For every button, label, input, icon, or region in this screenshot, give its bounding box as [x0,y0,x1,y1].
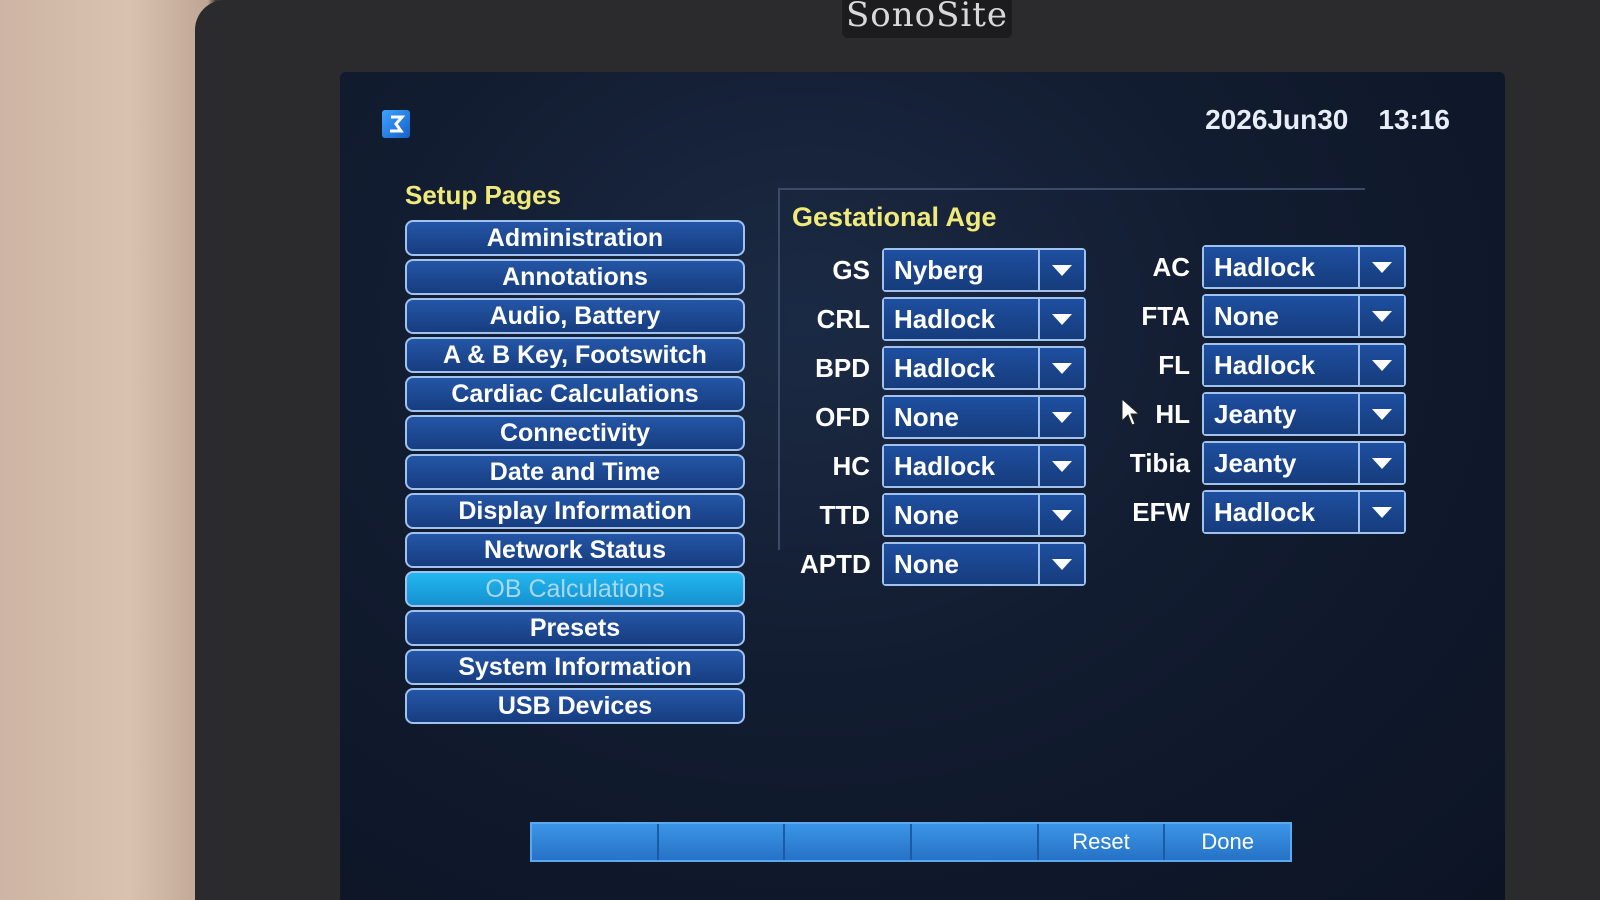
menu-item-audio-battery[interactable]: Audio, Battery [405,298,745,334]
label-aptd: APTD [800,548,871,579]
chevron-down-icon[interactable] [1038,446,1084,486]
menu-item-date-and-time[interactable]: Date and Time [405,454,745,490]
label-gs: GS [832,254,870,285]
dropdown-hl[interactable]: Jeanty [1202,392,1406,436]
label-efw: EFW [1132,496,1190,527]
row-hc: HC Hadlock [800,444,1086,488]
dropdown-ofd[interactable]: None [882,395,1086,439]
dropdown-bpd-value: Hadlock [884,348,1038,388]
dropdown-ofd-value: None [884,397,1038,437]
setup-pages-title: Setup Pages [405,180,562,210]
menu-item-ab-key-footswitch[interactable]: A & B Key, Footswitch [405,337,745,373]
chevron-down-icon[interactable] [1358,492,1404,532]
chevron-down-icon[interactable] [1038,495,1084,535]
menu-item-annotations[interactable]: Annotations [405,259,745,295]
dropdown-fl-value: Hadlock [1204,345,1358,385]
softkey-bar: Reset Done [530,822,1292,862]
row-crl: CRL Hadlock [800,297,1086,341]
menu-item-ob-calculations[interactable]: OB Calculations [405,571,745,607]
label-fl: FL [1158,349,1190,380]
row-gs: GS Nyberg [800,248,1086,292]
dropdown-ttd-value: None [884,495,1038,535]
chevron-down-icon[interactable] [1358,345,1404,385]
label-crl: CRL [816,303,870,334]
label-ttd: TTD [819,499,870,530]
date-display: 2026Jun30 [1205,104,1349,135]
sonosite-logo-icon [382,110,410,138]
chevron-down-icon[interactable] [1038,544,1084,584]
softkey-2[interactable] [658,824,786,860]
dropdown-gs-value: Nyberg [884,250,1038,290]
chevron-down-icon[interactable] [1358,247,1404,287]
label-ofd: OFD [815,401,870,432]
softkey-4[interactable] [912,824,1039,860]
chevron-down-icon[interactable] [1038,299,1084,339]
label-hc: HC [832,450,870,481]
dropdown-ac[interactable]: Hadlock [1202,245,1406,289]
chevron-down-icon[interactable] [1358,394,1404,434]
dropdown-efw-value: Hadlock [1204,492,1358,532]
menu-item-administration[interactable]: Administration [405,220,745,256]
dropdown-hc[interactable]: Hadlock [882,444,1086,488]
row-fl: FL Hadlock [1120,343,1406,387]
dropdown-aptd-value: None [884,544,1038,584]
dropdown-efw[interactable]: Hadlock [1202,490,1406,534]
label-tibia: Tibia [1129,447,1190,478]
chevron-down-icon[interactable] [1038,397,1084,437]
row-tibia: Tibia Jeanty [1120,441,1406,485]
softkey-3[interactable] [785,824,913,860]
dropdown-fta-value: None [1204,296,1358,336]
row-efw: EFW Hadlock [1120,490,1406,534]
reset-button[interactable]: Reset [1038,824,1166,860]
done-button[interactable]: Done [1165,824,1291,860]
gestational-age-title: Gestational Age [792,202,997,232]
dropdown-fta[interactable]: None [1202,294,1406,338]
menu-item-usb-devices[interactable]: USB Devices [405,688,745,724]
dropdown-gs[interactable]: Nyberg [882,248,1086,292]
dropdown-crl[interactable]: Hadlock [882,297,1086,341]
menu-item-cardiac-calculations[interactable]: Cardiac Calculations [405,376,745,412]
chevron-down-icon[interactable] [1038,348,1084,388]
date-time: 2026Jun30 13:16 [1205,104,1450,136]
setup-pages-menu: Administration Annotations Audio, Batter… [405,220,745,724]
brand-logo: SonoSite [842,0,1012,38]
row-ac: AC Hadlock [1120,245,1406,289]
row-aptd: APTD None [800,542,1086,586]
screen: 2026Jun30 13:16 Setup Pages Administrati… [340,72,1505,900]
time-display: 13:16 [1378,104,1450,135]
row-fta: FTA None [1120,294,1406,338]
dropdown-bpd[interactable]: Hadlock [882,346,1086,390]
menu-item-display-information[interactable]: Display Information [405,493,745,529]
dropdown-tibia[interactable]: Jeanty [1202,441,1406,485]
mouse-pointer-icon [1121,397,1141,426]
chevron-down-icon[interactable] [1358,296,1404,336]
chevron-down-icon[interactable] [1358,443,1404,483]
menu-item-network-status[interactable]: Network Status [405,532,745,568]
dropdown-tibia-value: Jeanty [1204,443,1358,483]
softkey-1[interactable] [532,824,659,860]
label-ac: AC [1152,251,1190,282]
dropdown-ac-value: Hadlock [1204,247,1358,287]
row-ttd: TTD None [800,493,1086,537]
row-bpd: BPD Hadlock [800,346,1086,390]
row-ofd: OFD None [800,395,1086,439]
menu-item-presets[interactable]: Presets [405,610,745,646]
dropdown-ttd[interactable]: None [882,493,1086,537]
menu-item-connectivity[interactable]: Connectivity [405,415,745,451]
row-hl: HL Jeanty [1120,392,1406,436]
dropdown-crl-value: Hadlock [884,299,1038,339]
label-bpd: BPD [815,352,870,383]
dropdown-hl-value: Jeanty [1204,394,1358,434]
chevron-down-icon[interactable] [1038,250,1084,290]
label-fta: FTA [1141,300,1190,331]
dropdown-hc-value: Hadlock [884,446,1038,486]
dropdown-fl[interactable]: Hadlock [1202,343,1406,387]
dropdown-aptd[interactable]: None [882,542,1086,586]
menu-item-system-information[interactable]: System Information [405,649,745,685]
